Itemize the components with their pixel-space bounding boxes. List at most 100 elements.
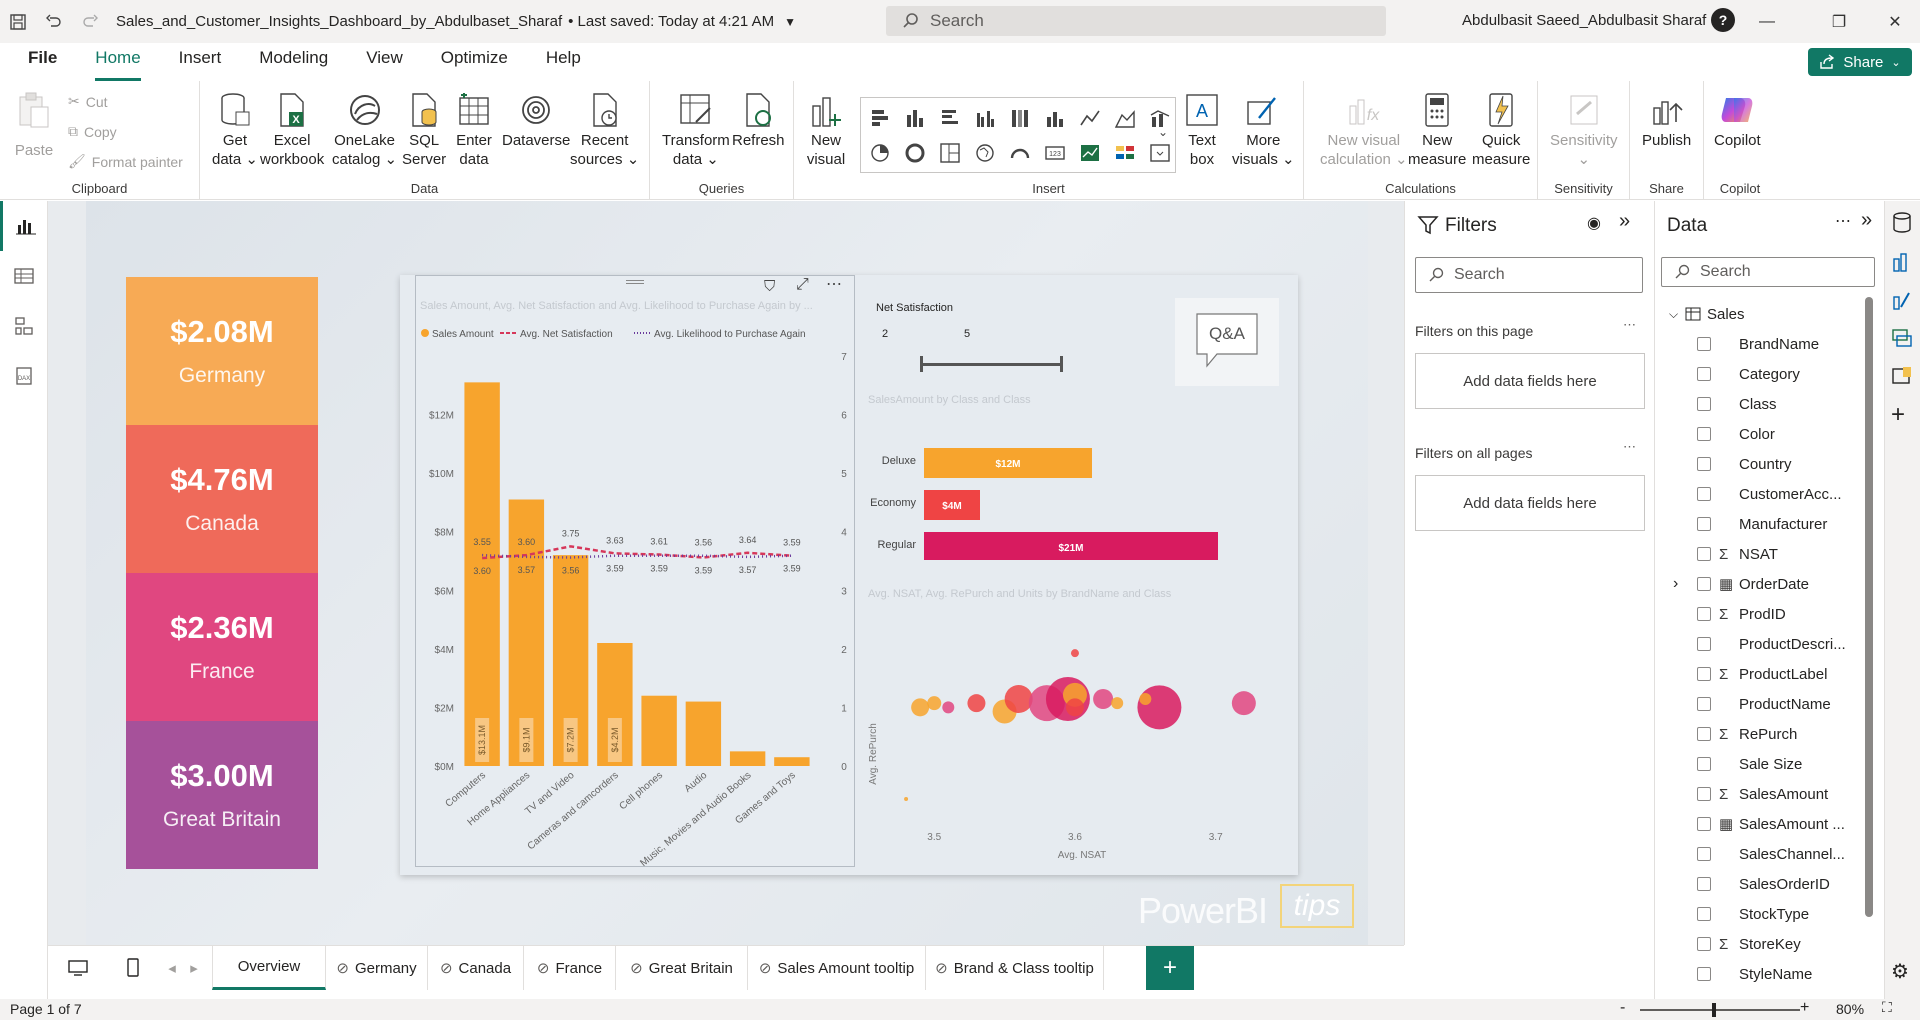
new-visual-calculation-button[interactable]: fx New visual calculation ⌄: [1320, 89, 1408, 169]
field-customeracc-[interactable]: CustomerAcc...: [1669, 479, 1842, 509]
combo-chart-visual[interactable]: ⛉ ⤢ ⋯ Sales Amount, Avg. Net Satisfactio…: [415, 275, 855, 868]
share-button[interactable]: Share ⌄: [1808, 48, 1912, 76]
publish-button[interactable]: Publish: [1642, 89, 1691, 150]
menu-help[interactable]: Help: [527, 43, 600, 81]
slicer-icon[interactable]: [1143, 136, 1176, 169]
paste-button[interactable]: Paste: [14, 89, 54, 160]
stacked-100-column-icon[interactable]: [1003, 101, 1036, 134]
field-checkbox[interactable]: [1697, 697, 1711, 711]
field-checkbox[interactable]: [1697, 907, 1711, 921]
zoom-out-button[interactable]: -: [1620, 999, 1625, 1017]
filters-all-drop-zone[interactable]: Add data fields here: [1415, 475, 1645, 531]
field-salesamount[interactable]: Σ SalesAmount: [1669, 779, 1828, 809]
get-data-button[interactable]: Get data ⌄: [212, 89, 258, 169]
field-checkbox[interactable]: [1697, 667, 1711, 681]
dataverse-button[interactable]: Dataverse: [502, 89, 570, 150]
matrix-icon[interactable]: [1108, 136, 1141, 169]
transform-data-button[interactable]: Transform data ⌄: [662, 89, 730, 169]
excel-workbook-button[interactable]: X Excel workbook: [260, 89, 324, 169]
data-more-icon[interactable]: ⋯: [1835, 211, 1851, 231]
field-checkbox[interactable]: [1697, 937, 1711, 951]
title-dropdown-icon[interactable]: ▼: [784, 15, 796, 29]
field-checkbox[interactable]: [1697, 577, 1711, 591]
table-view-icon[interactable]: [0, 251, 48, 301]
scatter-point[interactable]: [1065, 698, 1084, 717]
desktop-layout-icon[interactable]: [48, 946, 108, 990]
data-search-input[interactable]: Search: [1661, 257, 1875, 287]
menu-file[interactable]: File: [0, 43, 76, 81]
bar-audio[interactable]: [685, 701, 722, 766]
field-stylename[interactable]: StyleName: [1669, 959, 1812, 989]
scatter-point[interactable]: [927, 696, 942, 711]
tab-overview[interactable]: Overview: [212, 946, 326, 990]
field-brandname[interactable]: BrandName: [1669, 329, 1819, 359]
scatter-point[interactable]: [1111, 697, 1124, 710]
filters-search-input[interactable]: Search: [1415, 257, 1643, 293]
more-visuals-button[interactable]: More visuals ⌄: [1232, 89, 1295, 169]
minimize-icon[interactable]: —: [1742, 0, 1792, 43]
kpi-icon[interactable]: [1073, 136, 1106, 169]
add-page-button[interactable]: +: [1146, 946, 1194, 990]
field-productdescri-[interactable]: ProductDescri...: [1669, 629, 1846, 659]
scatter-point[interactable]: [1139, 693, 1152, 705]
scatter-point[interactable]: [1093, 689, 1114, 709]
tab-brand-class-tooltip[interactable]: ⊘ Brand & Class tooltip: [926, 946, 1104, 990]
refresh-button[interactable]: Refresh: [732, 89, 785, 150]
format-visual-icon[interactable]: [1891, 289, 1913, 314]
close-icon[interactable]: ✕: [1870, 0, 1920, 43]
kpi-card-great-britain[interactable]: $3.00M Great Britain: [126, 721, 318, 869]
tab-france[interactable]: ⊘ France: [524, 946, 616, 990]
add-pane-icon[interactable]: +: [1891, 403, 1905, 427]
class-bar-chart-visual[interactable]: SalesAmount by Class and Class Deluxe $12…: [862, 390, 1282, 560]
line-chart-icon[interactable]: [1073, 101, 1106, 134]
gallery-expand-icon[interactable]: ⌄: [1158, 125, 1168, 139]
menu-home[interactable]: Home: [76, 43, 159, 81]
sync-slicers-icon[interactable]: [1891, 327, 1913, 352]
table-sales[interactable]: ⌵ Sales: [1669, 299, 1745, 329]
field-checkbox[interactable]: [1697, 547, 1711, 561]
stacked-column-icon[interactable]: [898, 101, 931, 134]
field-checkbox[interactable]: [1697, 817, 1711, 831]
menu-modeling[interactable]: Modeling: [240, 43, 347, 81]
field-checkbox[interactable]: [1697, 337, 1711, 351]
field-storekey[interactable]: Σ StoreKey: [1669, 929, 1801, 959]
map-icon[interactable]: [968, 136, 1001, 169]
filters-all-more-icon[interactable]: ⋯: [1623, 439, 1636, 455]
field-checkbox[interactable]: [1697, 787, 1711, 801]
tab-canada[interactable]: ⊘ Canada: [428, 946, 524, 990]
bar-cell-phones[interactable]: [641, 695, 677, 766]
build-visual-icon[interactable]: [1891, 251, 1913, 276]
column-chart-icon[interactable]: [1038, 101, 1071, 134]
card-icon[interactable]: 123: [1038, 136, 1071, 169]
bar-music-movies-and-audio-books[interactable]: [729, 751, 766, 766]
cut-button[interactable]: ✂ Cut: [68, 93, 108, 110]
scatter-point[interactable]: [904, 797, 909, 801]
menu-optimize[interactable]: Optimize: [422, 43, 527, 81]
kpi-card-germany[interactable]: $2.08M Germany: [126, 277, 318, 425]
field-checkbox[interactable]: [1697, 427, 1711, 441]
scatter-point[interactable]: [1231, 691, 1256, 716]
help-icon[interactable]: ?: [1711, 8, 1735, 32]
scatter-point[interactable]: [967, 694, 986, 713]
field-checkbox[interactable]: [1697, 757, 1711, 771]
field-stocktype[interactable]: StockType: [1669, 899, 1809, 929]
field-sale-size[interactable]: Sale Size: [1669, 749, 1802, 779]
quick-measure-button[interactable]: Quick measure: [1472, 89, 1530, 169]
bookmarks-icon[interactable]: [1891, 365, 1913, 390]
field-checkbox[interactable]: [1697, 847, 1711, 861]
slicer-handle-max[interactable]: [1060, 356, 1063, 372]
scatter-point[interactable]: [911, 698, 930, 717]
field-category[interactable]: Category: [1669, 359, 1800, 389]
menu-view[interactable]: View: [347, 43, 422, 81]
settings-gear-icon[interactable]: ⚙: [1891, 959, 1909, 984]
scatter-chart-visual[interactable]: Avg. NSAT, Avg. RePurch and Units by Bra…: [862, 584, 1282, 868]
user-name[interactable]: Abdulbasit Saeed_Abdulbasit Sharaf: [1462, 12, 1706, 29]
clustered-column-icon[interactable]: [968, 101, 1001, 134]
donut-chart-icon[interactable]: [898, 136, 931, 169]
field-checkbox[interactable]: [1697, 517, 1711, 531]
net-satisfaction-slicer[interactable]: Net Satisfaction 2 5: [870, 300, 1170, 380]
field-productlabel[interactable]: Σ ProductLabel: [1669, 659, 1827, 689]
undo-icon[interactable]: [36, 0, 72, 43]
field-saleschannel-[interactable]: SalesChannel...: [1669, 839, 1845, 869]
expand-chevron-icon[interactable]: ⌵: [1669, 307, 1683, 322]
